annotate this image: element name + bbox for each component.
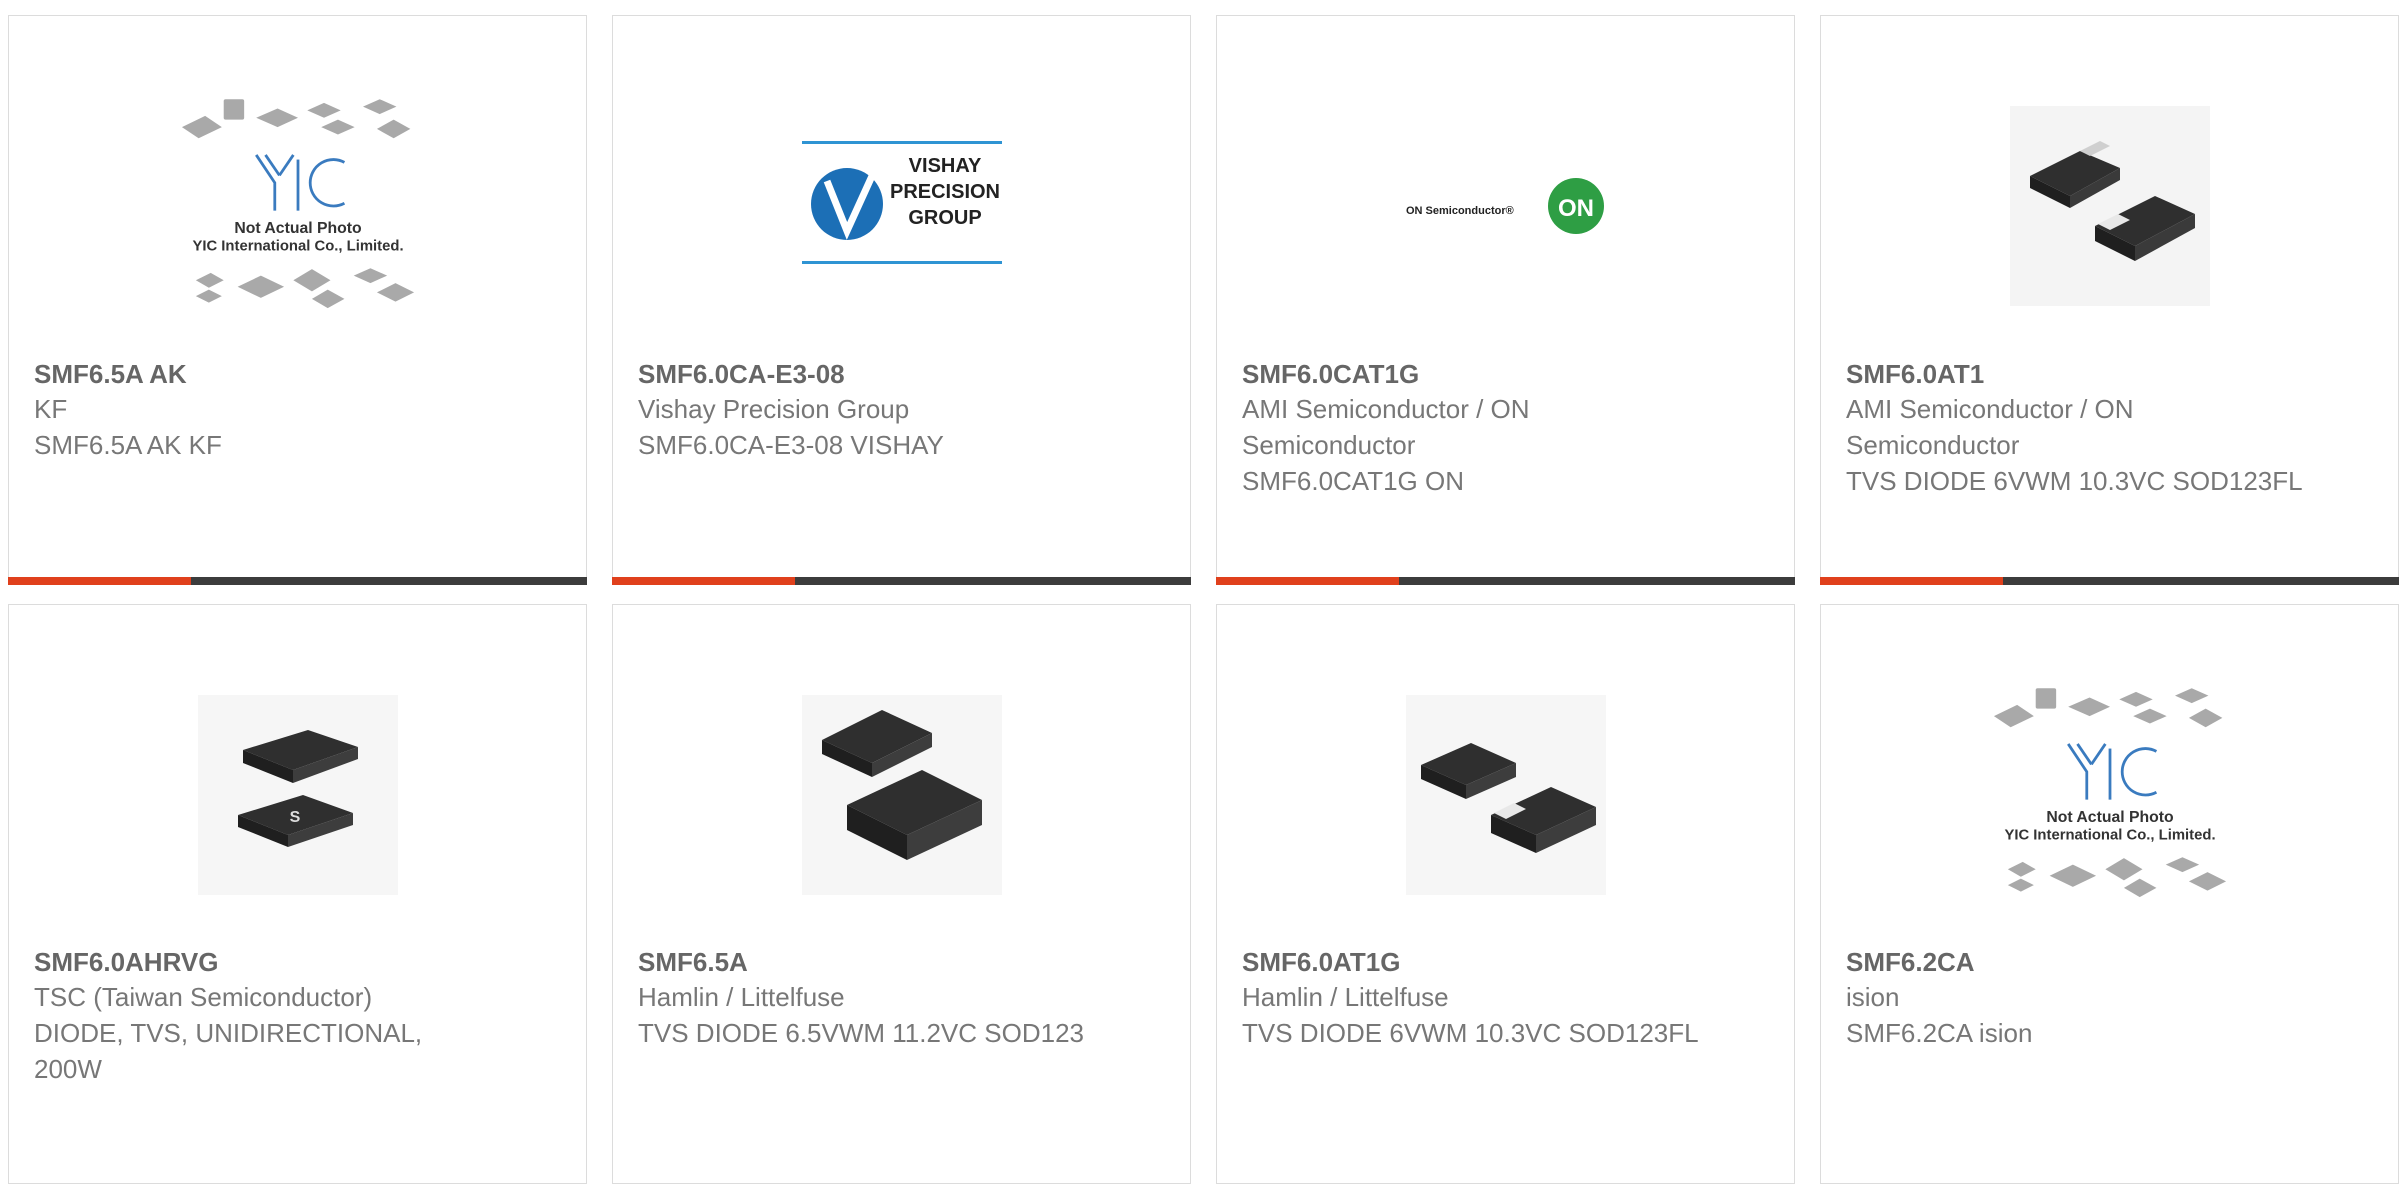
product-description: SMF6.0CAT1G ON [1242, 466, 1465, 496]
product-manufacturer: AMI Semiconductor / ON Semiconductor [1242, 394, 1530, 460]
product-manufacturer: Hamlin / Littelfuse [638, 982, 845, 1012]
product-card[interactable]: VISHAY PRECISION GROUP SMF6.0CA-E3-08 Vi… [612, 15, 1191, 585]
product-description: SMF6.0CA-E3-08 VISHAY [638, 430, 944, 460]
product-image[interactable]: ON Semiconductor® ON [1376, 76, 1636, 336]
placeholder-icon: Not Actual Photo YIC International Co., … [1993, 688, 2226, 898]
product-manufacturer: AMI Semiconductor / ON Semiconductor [1846, 394, 2134, 460]
product-part-number[interactable]: SMF6.2CA [1846, 945, 2308, 979]
card-accent-bar [1820, 577, 2399, 585]
product-part-number[interactable]: SMF6.0CAT1G [1242, 357, 1704, 391]
placeholder-icon: Not Actual Photo YIC International Co., … [181, 99, 414, 309]
on-semiconductor-logo-icon: ON Semiconductor® ON [1406, 178, 1604, 234]
product-image[interactable]: VISHAY PRECISION GROUP [772, 76, 1032, 336]
product-image[interactable]: Not Actual Photo YIC International Co., … [1980, 665, 2240, 925]
product-image[interactable]: S [168, 665, 428, 925]
product-description: TVS DIODE 6VWM 10.3VC SOD123FL [1242, 1018, 1699, 1048]
product-part-number[interactable]: SMF6.0AHRVG [34, 945, 496, 979]
product-manufacturer: ision [1846, 982, 1900, 1012]
product-description: SMF6.5A AK KF [34, 430, 222, 460]
card-accent-bar [612, 577, 1191, 585]
product-card[interactable]: SMF6.0AT1G Hamlin / Littelfuse TVS DIODE… [1216, 604, 1795, 1184]
product-manufacturer: TSC (Taiwan Semiconductor) [34, 982, 373, 1012]
product-description: SMF6.2CA ision [1846, 1018, 2033, 1048]
product-part-number[interactable]: SMF6.5A AK [34, 357, 496, 391]
on-logo-text: ON Semiconductor® [1406, 205, 1514, 217]
vishay-logo-line-1: VISHAY [908, 155, 981, 177]
product-manufacturer: Vishay Precision Group [638, 394, 910, 424]
diode-package-icon: S [197, 695, 398, 895]
product-image[interactable] [1980, 76, 2240, 336]
placeholder-caption-2: YIC International Co., Limited. [2004, 828, 2215, 844]
product-card[interactable]: SMF6.5A Hamlin / Littelfuse TVS DIODE 6.… [612, 604, 1191, 1184]
svg-text:S: S [289, 809, 300, 826]
product-description: DIODE, TVS, UNIDIRECTIONAL, 200W [34, 1018, 423, 1084]
placeholder-caption-2: YIC International Co., Limited. [192, 239, 403, 255]
card-accent-bar [1216, 577, 1795, 585]
diode-package-icon [2009, 106, 2210, 306]
vishay-logo-icon: VISHAY PRECISION GROUP [801, 141, 1002, 264]
placeholder-caption-1: Not Actual Photo [234, 220, 362, 237]
product-card[interactable]: S SMF6.0AHRVG TSC (Taiwan Semiconductor)… [8, 604, 587, 1184]
product-card[interactable]: SMF6.0AT1 AMI Semiconductor / ON Semicon… [1820, 15, 2399, 585]
product-card[interactable]: Not Actual Photo YIC International Co., … [8, 15, 587, 585]
product-description: TVS DIODE 6VWM 10.3VC SOD123FL [1846, 466, 2303, 496]
product-image[interactable] [1376, 665, 1636, 925]
diode-package-icon [1405, 695, 1606, 895]
card-accent-bar [8, 577, 587, 585]
product-part-number[interactable]: SMF6.0AT1G [1242, 945, 1704, 979]
product-description: TVS DIODE 6.5VWM 11.2VC SOD123 [638, 1018, 1084, 1048]
vishay-logo-line-2: PRECISION [889, 181, 999, 203]
vishay-logo-line-3: GROUP [908, 207, 981, 229]
diode-package-icon [801, 695, 1002, 895]
product-manufacturer: Hamlin / Littelfuse [1242, 982, 1449, 1012]
placeholder-caption-1: Not Actual Photo [2046, 809, 2174, 826]
on-logo-badge: ON [1558, 195, 1594, 222]
product-manufacturer: KF [34, 394, 68, 424]
product-part-number[interactable]: SMF6.0CA-E3-08 [638, 357, 1100, 391]
product-card[interactable]: Not Actual Photo YIC International Co., … [1820, 604, 2399, 1184]
product-part-number[interactable]: SMF6.0AT1 [1846, 357, 2308, 391]
product-card[interactable]: ON Semiconductor® ON SMF6.0CAT1G AMI Sem… [1216, 15, 1795, 585]
product-image[interactable] [772, 665, 1032, 925]
product-image[interactable]: Not Actual Photo YIC International Co., … [168, 76, 428, 336]
product-part-number[interactable]: SMF6.5A [638, 945, 1100, 979]
